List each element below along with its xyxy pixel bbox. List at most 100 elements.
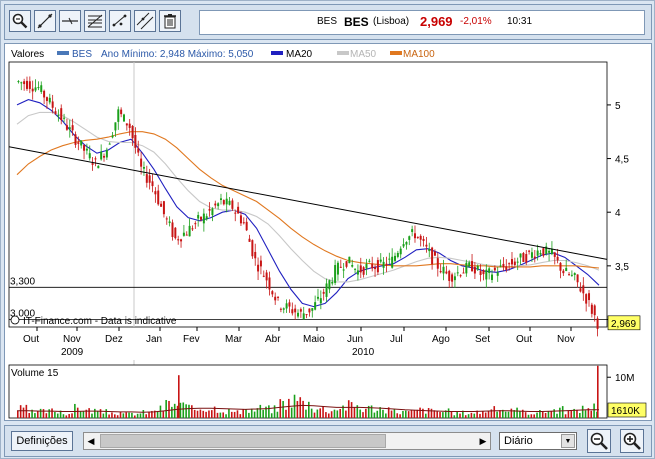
candle-body	[411, 229, 414, 232]
legend-swatch-ma50	[337, 51, 349, 55]
volume-bar	[196, 410, 199, 418]
volume-bar	[270, 413, 273, 418]
candle-body	[25, 80, 28, 89]
candle-body	[291, 309, 294, 314]
volume-bar	[216, 412, 219, 418]
candle-body	[302, 313, 305, 320]
volume-bar	[299, 397, 302, 418]
month-label: Jan	[146, 334, 162, 345]
stock-chart[interactable]: Valores BES Ano Mínimo: 2,948 Máximo: 5,05…	[5, 44, 651, 420]
volume-label: Volume 15	[11, 368, 59, 379]
candle-body	[168, 221, 171, 224]
candle-body	[117, 109, 120, 122]
volume-bar	[579, 412, 581, 418]
candle-body	[311, 308, 314, 311]
candle-body	[268, 277, 271, 290]
line-draw-icon[interactable]	[34, 10, 56, 32]
candle-body	[513, 261, 516, 265]
volume-bar	[550, 411, 553, 418]
volume-bar	[561, 406, 564, 418]
candle-body	[214, 203, 217, 206]
candle-body	[297, 312, 300, 317]
candle-body	[319, 298, 322, 304]
volume-bar	[131, 412, 133, 418]
trend-channel-icon[interactable]	[109, 10, 131, 32]
scroll-left-icon[interactable]: ◀	[84, 433, 98, 449]
candle-body	[211, 208, 214, 216]
candle-body	[177, 239, 180, 241]
volume-bar	[288, 398, 290, 418]
zoom-out-button[interactable]	[587, 429, 611, 453]
app-frame: BES BES (Lisboa) 2,969 -2,01% 10:31 Valo…	[0, 0, 655, 459]
period-select[interactable]: Diário ▼	[499, 432, 577, 450]
candle-body	[282, 308, 285, 310]
volume-bar	[510, 408, 513, 418]
volume-bar	[385, 413, 387, 418]
chevron-down-icon[interactable]: ▼	[561, 434, 575, 448]
volume-bar	[116, 415, 119, 418]
year-label: 2010	[352, 347, 375, 358]
volume-bar	[242, 409, 244, 418]
volume-bar	[219, 412, 222, 418]
candle-body	[239, 215, 242, 224]
volume-bar	[570, 410, 573, 418]
candle-body	[219, 198, 222, 200]
candle-body	[485, 269, 488, 280]
volume-bar	[382, 409, 384, 418]
candle-body	[37, 87, 40, 89]
candle-body	[105, 149, 108, 158]
candle-body	[505, 266, 508, 270]
candle-body	[499, 265, 502, 267]
candle-body	[548, 250, 551, 253]
candle-body	[171, 222, 174, 237]
candle-body	[336, 262, 339, 275]
volume-bar	[336, 410, 339, 418]
candle-body	[77, 142, 80, 144]
candle-body	[476, 265, 479, 270]
candle-body	[197, 215, 200, 219]
candle-body	[408, 236, 411, 240]
volume-bar	[413, 410, 416, 418]
candle-body	[354, 268, 357, 270]
ticker: BES	[344, 15, 369, 29]
volume-bar	[436, 411, 438, 418]
volume-bar	[276, 411, 279, 418]
month-label: Ago	[432, 334, 450, 345]
volume-bar	[567, 410, 570, 418]
candle-body	[593, 305, 596, 316]
volume-bar	[541, 411, 544, 418]
chart-panel[interactable]: Valores BES Ano Mínimo: 2,948 Máximo: 5,05…	[4, 43, 652, 421]
ticker-small: BES	[317, 16, 338, 27]
scroll-thumb[interactable]	[100, 434, 386, 448]
volume-bar	[282, 401, 284, 418]
zoom-icon[interactable]	[9, 10, 31, 32]
candle-body	[596, 318, 599, 329]
horizontal-scrollbar[interactable]: ◀ ▶	[83, 432, 491, 450]
candle-body	[174, 227, 177, 239]
volume-bar	[105, 409, 108, 418]
volume-bar	[353, 407, 356, 418]
parallel-lines-icon[interactable]	[134, 10, 156, 32]
candle-body	[91, 163, 94, 165]
month-label: Jun	[347, 334, 363, 345]
volume-bar	[45, 413, 48, 418]
trash-icon[interactable]	[159, 10, 181, 32]
candle-body	[522, 253, 525, 262]
fibonacci-icon[interactable]	[84, 10, 106, 32]
month-label: Out	[516, 334, 532, 345]
zoom-in-button[interactable]	[620, 429, 644, 453]
volume-bar	[447, 408, 450, 418]
toolbar: BES BES (Lisboa) 2,969 -2,01% 10:31	[4, 4, 652, 40]
horizontal-line-icon[interactable]	[59, 10, 81, 32]
candle-body	[568, 274, 571, 276]
scroll-right-icon[interactable]: ▶	[476, 433, 490, 449]
zoom-in-icon	[623, 432, 641, 450]
volume-bar	[148, 411, 150, 418]
candle-body	[542, 248, 545, 256]
definitions-button[interactable]: Definições	[11, 431, 73, 451]
volume-bar	[159, 405, 162, 418]
volume-bar	[499, 410, 501, 418]
candle-body	[528, 250, 531, 252]
candle-body	[205, 216, 208, 220]
volume-bar	[496, 411, 498, 418]
